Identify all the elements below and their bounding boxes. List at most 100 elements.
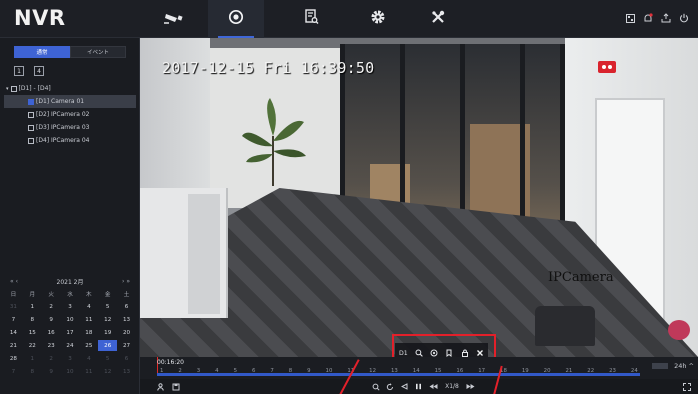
calendar-weekday: 火 <box>48 291 54 298</box>
tab-normal[interactable]: 通常 <box>14 46 70 58</box>
calendar-day-selected[interactable]: 26 <box>98 340 118 351</box>
tab-event[interactable]: イベント <box>70 46 126 58</box>
camera-checkbox[interactable] <box>28 124 34 131</box>
save-icon[interactable] <box>172 382 180 391</box>
reverse-icon[interactable] <box>400 382 408 391</box>
recording-icon <box>598 61 616 73</box>
calendar-day[interactable]: 18 <box>79 327 98 338</box>
file-search-icon <box>305 9 319 29</box>
group-checkbox[interactable] <box>10 85 17 92</box>
notification-icon[interactable] <box>642 11 654 25</box>
tree-item-label: [D1] Camera 01 <box>36 98 85 105</box>
calendar-day[interactable]: 1 <box>23 301 42 312</box>
export-icon[interactable] <box>660 11 672 25</box>
calendar-day[interactable]: 27 <box>117 340 136 351</box>
calendar-day[interactable]: 1 <box>23 353 42 364</box>
timeline-cursor-time: 00:16:20 <box>157 359 184 366</box>
calendar-day[interactable]: 8 <box>23 366 42 377</box>
tab-search[interactable] <box>284 0 340 38</box>
calendar-day[interactable]: 5 <box>98 353 117 364</box>
calendar-day[interactable]: 4 <box>79 353 98 364</box>
tree-item-label: [D3] IPCamera 03 <box>36 124 90 131</box>
tree-group[interactable]: ▾ [D1] - [D4] <box>4 82 136 95</box>
calendar-day[interactable]: 13 <box>117 314 136 325</box>
calendar-day[interactable]: 31 <box>4 301 23 312</box>
fast-forward-icon[interactable] <box>465 382 475 391</box>
calendar-day[interactable]: 2 <box>42 353 61 364</box>
video-camera-label: IPCamera <box>548 270 614 285</box>
camera-checkbox[interactable] <box>28 111 34 118</box>
calendar-day[interactable]: 7 <box>4 314 23 325</box>
calendar-day[interactable]: 12 <box>98 366 117 377</box>
calendar-day[interactable]: 11 <box>79 366 98 377</box>
calendar-day[interactable]: 9 <box>42 366 61 377</box>
calendar-day[interactable]: 9 <box>42 314 61 325</box>
tab-maintenance[interactable] <box>410 0 466 38</box>
calendar-day[interactable]: 25 <box>79 340 98 351</box>
calendar-day[interactable]: 19 <box>98 327 117 338</box>
pause-icon[interactable] <box>414 382 422 391</box>
calendar-day[interactable]: 6 <box>117 301 136 312</box>
calendar-day[interactable]: 10 <box>61 366 80 377</box>
fullscreen-icon[interactable] <box>682 382 691 391</box>
gear-icon <box>370 9 386 29</box>
calendar-day[interactable]: 11 <box>79 314 98 325</box>
tree-group-label: [D1] - [D4] <box>18 85 51 92</box>
tree-item-camera-02[interactable]: [D2] IPCamera 02 <box>4 108 136 121</box>
calendar-day[interactable]: 7 <box>4 366 23 377</box>
search-clip-icon[interactable] <box>372 382 380 391</box>
rewind-30-icon[interactable] <box>386 382 394 391</box>
timeline[interactable]: 00:16:20 1234567891011121314151617181920… <box>140 357 698 379</box>
calendar-grid: 日月火水木金土 31 1 2 3 4 5 6 7 8 9 10 11 12 13 14 15 16 17 18 19 20… <box>4 288 136 377</box>
left-panel: 通常 イベント 1 4 ▾ [D1] - [D4] [D1] Camera 01… <box>0 38 140 394</box>
calendar-day[interactable]: 10 <box>61 314 80 325</box>
camera-checkbox[interactable] <box>28 137 34 144</box>
timeline-zoom-slider[interactable] <box>652 363 668 369</box>
user-icon[interactable] <box>156 382 164 391</box>
brand-logo: NVR <box>14 6 66 30</box>
calendar-day[interactable]: 15 <box>23 327 42 338</box>
layout-4-button[interactable]: 4 <box>34 66 44 76</box>
calendar-day[interactable]: 20 <box>117 327 136 338</box>
calendar-weekday: 月 <box>29 291 36 298</box>
calendar-day[interactable]: 8 <box>23 314 42 325</box>
video-view[interactable]: 2017-12-15 Fri 16:39:50 IPCamera <box>140 38 698 357</box>
tab-settings[interactable] <box>350 0 406 38</box>
calendar-day[interactable]: 3 <box>61 353 80 364</box>
calendar-day[interactable]: 12 <box>98 314 117 325</box>
playback-icon <box>228 9 244 29</box>
power-icon[interactable] <box>678 11 690 25</box>
video-scene <box>535 306 595 346</box>
calendar-day[interactable]: 6 <box>117 353 136 364</box>
calendar-day[interactable]: 13 <box>117 366 136 377</box>
calendar-weekday: 日 <box>10 291 17 298</box>
calendar-next-button[interactable]: › » <box>122 278 130 285</box>
calendar-day[interactable]: 5 <box>98 301 117 312</box>
tree-item-camera-03[interactable]: [D3] IPCamera 03 <box>4 121 136 134</box>
layout-1-button[interactable]: 1 <box>14 66 24 76</box>
camera-checkbox[interactable] <box>28 98 34 105</box>
calendar-day[interactable]: 24 <box>61 340 80 351</box>
calendar-day[interactable]: 2 <box>42 301 61 312</box>
tree-item-camera-04[interactable]: [D4] IPCamera 04 <box>4 134 136 147</box>
calendar-day[interactable]: 4 <box>79 301 98 312</box>
calendar-day[interactable]: 3 <box>61 301 80 312</box>
calendar-day[interactable]: 16 <box>42 327 61 338</box>
calendar-day[interactable]: 28 <box>4 353 23 364</box>
layout-buttons: 1 4 <box>14 66 44 76</box>
speed-label: X1/8 <box>445 383 459 390</box>
calendar-day[interactable]: 21 <box>4 340 23 351</box>
calendar-day[interactable]: 22 <box>23 340 42 351</box>
tab-playback[interactable] <box>208 0 264 38</box>
tab-live-view[interactable] <box>146 0 202 38</box>
tree-item-camera-01[interactable]: [D1] Camera 01 <box>4 95 136 108</box>
calendar-day[interactable]: 23 <box>42 340 61 351</box>
timeline-zoom-button[interactable]: 24h ^ <box>674 362 694 370</box>
calendar-prev-button[interactable]: « ‹ <box>10 278 18 285</box>
slow-icon[interactable] <box>428 382 438 391</box>
calendar-day[interactable]: 14 <box>4 327 23 338</box>
video-scene <box>668 320 690 340</box>
camera-tree: ▾ [D1] - [D4] [D1] Camera 01 [D2] IPCame… <box>4 82 136 147</box>
calendar-day[interactable]: 17 <box>61 327 80 338</box>
qr-icon[interactable] <box>624 11 636 25</box>
